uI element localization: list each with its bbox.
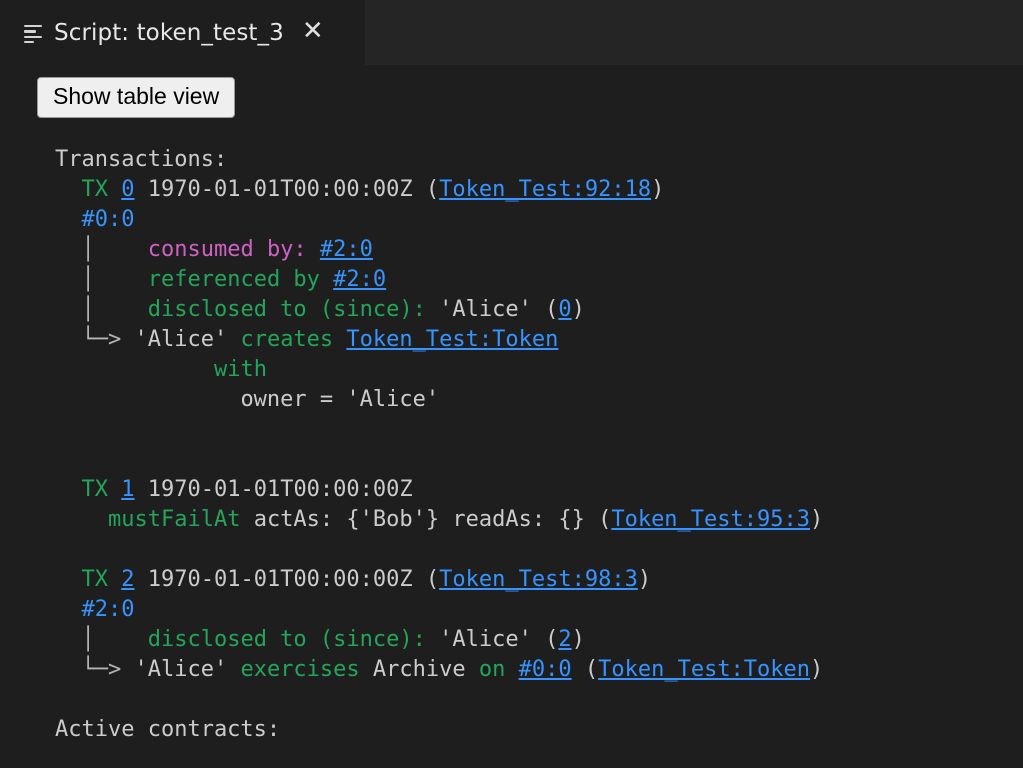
plain-text: Active contracts:	[55, 717, 281, 743]
output-line: #0:0	[0, 205, 1023, 235]
output-line: │ consumed by: #2:0	[0, 235, 1023, 265]
node-id: #0:0	[81, 207, 135, 233]
keyword-text: with	[213, 357, 267, 383]
source-link[interactable]: Token_Test:98:3	[439, 567, 638, 592]
source-link[interactable]: Token_Test:Token	[346, 327, 558, 352]
plain-text: )	[571, 627, 585, 653]
keyword-text: referenced by	[147, 267, 334, 293]
output-line: │ disclosed to (since): 'Alice' (0)	[0, 295, 1023, 325]
source-link[interactable]: 0	[558, 297, 571, 322]
source-link[interactable]: Token_Test:95:3	[611, 507, 810, 532]
keyword-text: creates	[240, 327, 347, 353]
tab-script-token-test-3[interactable]: Script: token_test_3 ✕	[0, 0, 365, 65]
show-table-view-button[interactable]: Show table view	[37, 77, 236, 119]
plain-text: )	[810, 657, 824, 683]
keyword-text: TX	[81, 567, 122, 593]
tree-connector: │	[81, 267, 148, 293]
output-line: Active contracts:	[0, 715, 1023, 745]
node-id: #2:0	[81, 597, 135, 623]
source-link[interactable]: Token_Test:Token	[598, 657, 810, 682]
source-link[interactable]: #2:0	[320, 237, 373, 262]
toolbar: Show table view	[0, 65, 1023, 129]
plain-text: Transactions:	[55, 147, 228, 173]
plain-text: 'Alice'	[134, 327, 241, 353]
plain-text: 'Alice'	[134, 657, 241, 683]
plain-text: )	[810, 507, 824, 533]
tree-connector: └─>	[81, 327, 135, 353]
keyword-text: on	[478, 657, 519, 683]
source-link[interactable]: Token_Test:92:18	[439, 177, 651, 202]
plain-text: owner = 'Alice'	[81, 387, 440, 413]
plain-text	[82, 357, 214, 382]
plain-text: 'Alice' (	[439, 627, 559, 653]
keyword-text: disclosed to (since):	[147, 297, 440, 323]
output-line: owner = 'Alice'	[0, 385, 1023, 415]
close-icon[interactable]: ✕	[294, 18, 328, 47]
plain-text: 1970-01-01T00:00:00Z	[134, 477, 413, 503]
plain-text	[82, 507, 109, 532]
output-line: mustFailAt actAs: {'Bob'} readAs: {} (To…	[0, 505, 1023, 535]
tree-connector: │	[81, 627, 148, 653]
source-link[interactable]: 2	[558, 627, 571, 652]
script-output-console: Transactions: TX 0 1970-01-01T00:00:00Z …	[0, 128, 1023, 768]
plain-text: )	[637, 567, 652, 593]
tree-connector: └─>	[81, 657, 135, 683]
plain-text: 'Alice' (	[439, 297, 559, 323]
output-line: #2:0	[0, 595, 1023, 625]
output-line: TX 0 1970-01-01T00:00:00Z (Token_Test:92…	[0, 175, 1023, 205]
output-line: └─> 'Alice' exercises Archive on #0:0 (T…	[0, 655, 1023, 685]
output-line: TX 2 1970-01-01T00:00:00Z (Token_Test:98…	[0, 565, 1023, 595]
source-link[interactable]: #0:0	[519, 657, 572, 682]
source-link[interactable]: 2	[121, 567, 134, 592]
plain-text: actAs: {'Bob'} readAs: {} (	[240, 507, 612, 533]
output-line: └─> 'Alice' creates Token_Test:Token	[0, 325, 1023, 355]
plain-text: (	[571, 657, 599, 683]
tree-connector: │	[81, 297, 148, 323]
keyword-text: TX	[81, 477, 122, 503]
consumed-by-text: consumed by:	[147, 237, 320, 263]
output-line: TX 1 1970-01-01T00:00:00Z	[0, 475, 1023, 505]
source-link[interactable]: 0	[121, 177, 134, 202]
keyword-text: TX	[81, 177, 122, 203]
output-line: with	[0, 355, 1023, 385]
plain-text: 1970-01-01T00:00:00Z (	[134, 177, 440, 203]
plain-text: )	[571, 297, 585, 323]
plain-text: Archive	[372, 657, 479, 683]
keyword-text: exercises	[240, 657, 373, 683]
tab-bar: Script: token_test_3 ✕	[0, 0, 1023, 65]
keyword-text: disclosed to (since):	[147, 627, 440, 653]
output-line: │ disclosed to (since): 'Alice' (2)	[0, 625, 1023, 655]
tree-connector: │	[81, 237, 148, 263]
output-line: │ referenced by #2:0	[0, 265, 1023, 295]
source-link[interactable]: 1	[121, 477, 134, 502]
plain-text: )	[651, 177, 665, 203]
source-link[interactable]: #2:0	[333, 267, 386, 292]
tab-title: Script: token_test_3	[54, 19, 284, 46]
output-line: Transactions:	[0, 145, 1023, 175]
keyword-text: mustFailAt	[108, 507, 241, 533]
plain-text: 1970-01-01T00:00:00Z (	[134, 567, 440, 593]
script-list-icon	[24, 23, 44, 43]
